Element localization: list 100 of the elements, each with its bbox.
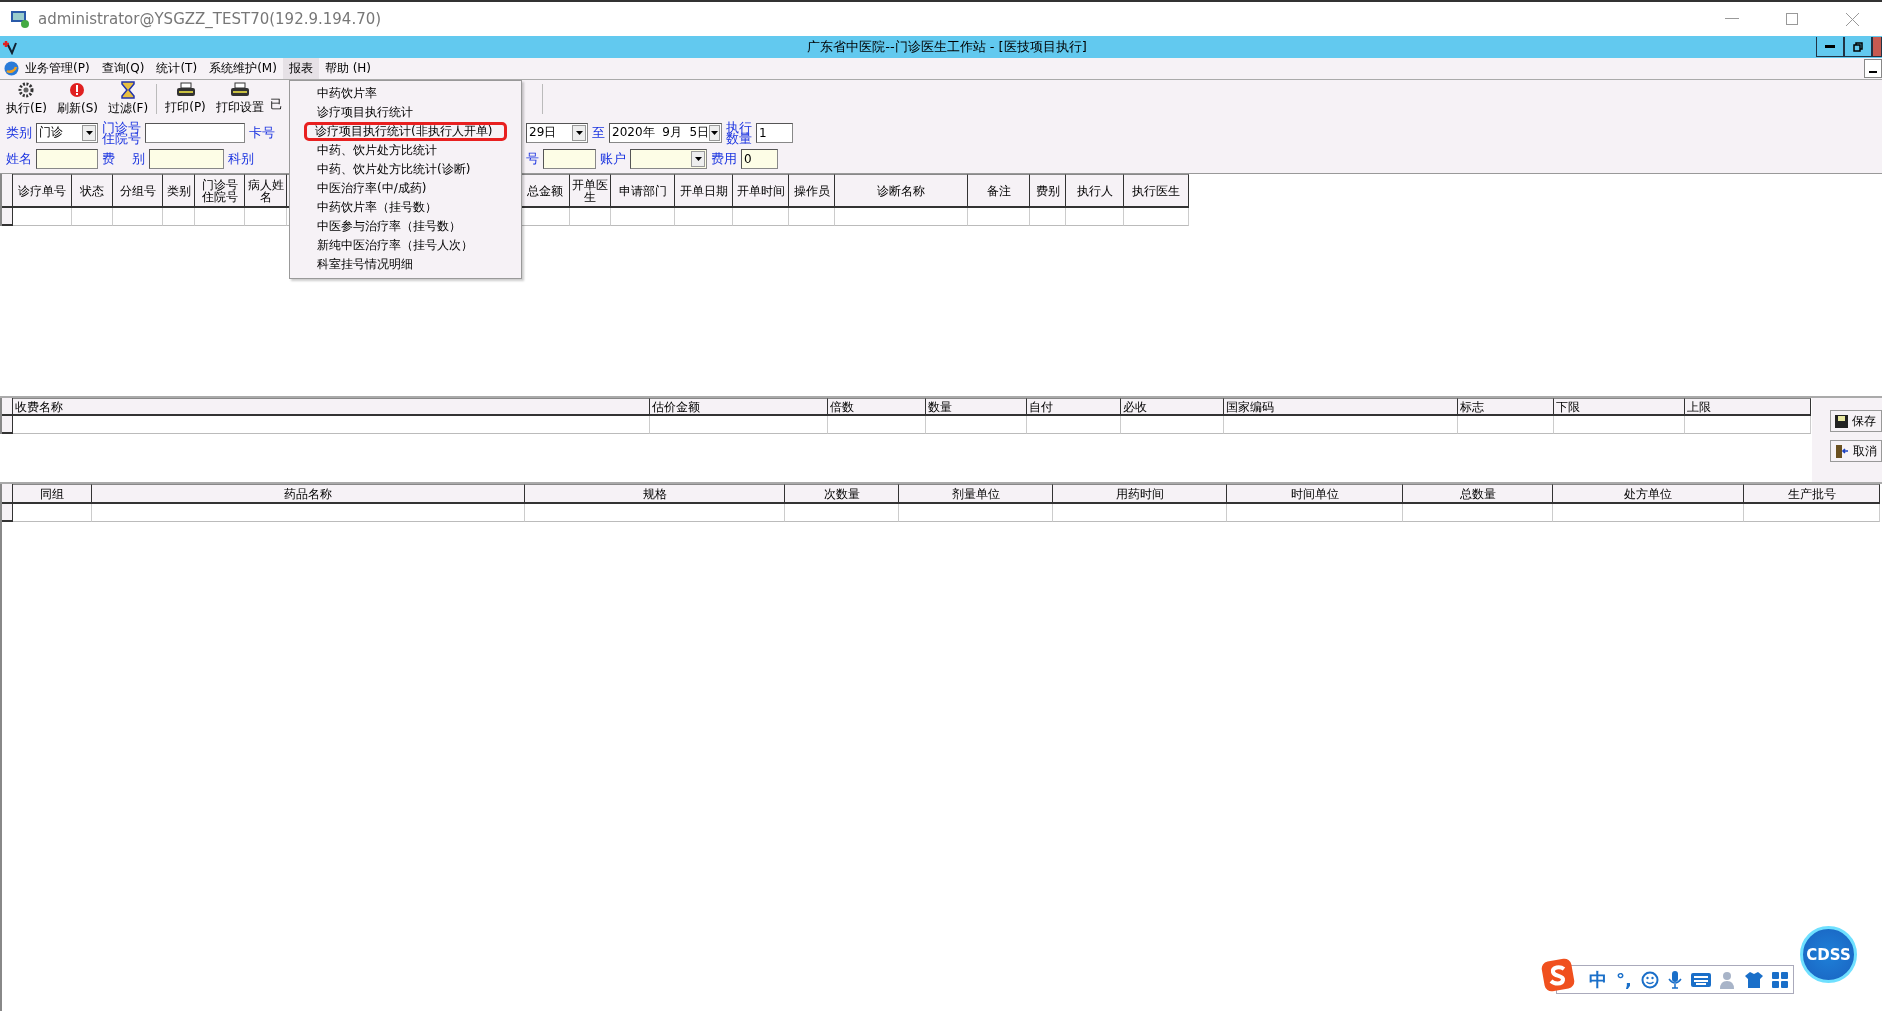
menu-item[interactable]: 中药、饮片处方比统计(诊断)	[290, 160, 507, 179]
minimize-icon	[1825, 45, 1835, 48]
restore-icon	[1853, 41, 1863, 52]
minimize-button[interactable]	[1816, 37, 1844, 57]
column-header: 病人姓名	[245, 174, 287, 208]
field-label: 类别	[6, 127, 32, 138]
table-cell	[789, 208, 835, 226]
column-header: 下限	[1554, 398, 1685, 416]
menu-item[interactable]: 统计(T)	[150, 58, 204, 79]
field-label: 费 别	[102, 153, 145, 164]
caret-icon	[694, 156, 702, 161]
menu-item[interactable]: 科室挂号情况明细	[290, 255, 507, 274]
menu-item[interactable]: 系统维护(M)	[203, 58, 283, 79]
column-header: 数量	[926, 398, 1027, 416]
dropdown-field[interactable]: 门诊	[36, 122, 98, 143]
field-label: 账户	[600, 153, 626, 164]
row-header[interactable]	[2, 504, 13, 522]
refresh-icon	[68, 81, 87, 99]
toolbar-button[interactable]: 打印设置	[211, 81, 268, 117]
table-cell	[1030, 208, 1066, 226]
table-cell	[163, 208, 195, 226]
column-header: 操作员	[789, 174, 835, 208]
column-header: 药品名称	[92, 484, 525, 504]
app-logo-icon	[4, 61, 19, 76]
field-label: 费用	[711, 153, 737, 164]
dropdown-field[interactable]: 2020年 9月 5日	[609, 122, 722, 143]
minimize-icon	[1869, 70, 1877, 73]
punctuation-label[interactable]: °,	[1616, 969, 1632, 990]
menu-item[interactable]: 帮助 (H)	[318, 58, 378, 79]
menu-item[interactable]: 业务管理(P)	[19, 58, 96, 79]
toolbar-button[interactable]: 过滤(F)	[103, 81, 153, 117]
column-header: 执行人	[1066, 174, 1124, 208]
row-header[interactable]	[2, 416, 13, 434]
menu-item[interactable]: 中医参与治疗率（挂号数）	[290, 217, 507, 236]
toolbar-button[interactable]: 取消	[1830, 440, 1882, 462]
caret-icon	[711, 130, 719, 135]
row-header[interactable]	[2, 208, 13, 226]
minimize-button[interactable]	[1864, 59, 1882, 78]
menu-item[interactable]: 诊疗项目执行统计(非执行人开单)	[304, 122, 507, 141]
toolbar-button[interactable]: 执行(E)	[2, 81, 51, 117]
column-header: 用药时间	[1053, 484, 1227, 504]
input-field[interactable]	[148, 148, 224, 169]
column-header: 费别	[1030, 174, 1066, 208]
menu-item[interactable]: 中药饮片率	[290, 84, 507, 103]
toolbar-button[interactable]: 保存	[1830, 410, 1882, 432]
caret-icon	[575, 130, 583, 135]
field-label: 科别	[227, 153, 254, 164]
column-header: 倍数	[828, 398, 926, 416]
column-header: 生产批号	[1744, 484, 1880, 504]
column-header: 执行医生	[1124, 174, 1189, 208]
column-header: 类别	[163, 174, 195, 208]
column-header: 自付	[1027, 398, 1121, 416]
menu-item[interactable]: 新纯中医治疗率（挂号人次）	[290, 236, 507, 255]
field-label: 号	[526, 153, 539, 164]
shirt-icon[interactable]	[1744, 971, 1763, 988]
menu-item[interactable]: 中药饮片率（挂号数）	[290, 198, 507, 217]
minimize-icon	[1725, 18, 1739, 20]
menu-item[interactable]: 中药、饮片处方比统计	[290, 141, 507, 160]
column-header: 诊疗单号	[13, 174, 72, 208]
column-header: 同组	[13, 484, 92, 504]
column-header: 标志	[1458, 398, 1554, 416]
column-header: 估价金额	[650, 398, 828, 416]
table-cell	[733, 208, 789, 226]
restore-button[interactable]	[1844, 37, 1872, 57]
input-field[interactable]: 0	[741, 148, 778, 169]
table-cell	[13, 208, 72, 226]
row-header[interactable]	[2, 174, 13, 208]
keyboard-icon[interactable]	[1690, 972, 1711, 987]
menu-item[interactable]: 中医治疗率(中/成药)	[290, 179, 507, 198]
door-exit-icon	[1835, 444, 1849, 458]
menu-item[interactable]: 查询(Q)	[95, 58, 151, 79]
row-header[interactable]	[2, 398, 13, 416]
input-field[interactable]	[543, 148, 596, 169]
field-label: 姓名	[6, 153, 32, 164]
table-cell	[1124, 208, 1189, 226]
dropdown-field[interactable]	[630, 148, 707, 169]
app-logo-icon	[2, 39, 18, 55]
toolbar-button[interactable]: 打印(P)	[161, 81, 210, 117]
caret-icon	[85, 130, 93, 135]
table-cell	[72, 208, 113, 226]
column-header: 申请部门	[611, 174, 675, 208]
input-field[interactable]: 1	[756, 122, 793, 143]
field-label: 执行 数量	[726, 121, 752, 144]
input-field[interactable]	[145, 122, 245, 143]
column-header: 开单时间	[733, 174, 789, 208]
grid-icon[interactable]	[1771, 971, 1788, 988]
input-mode-label[interactable]: 中	[1589, 967, 1607, 992]
column-header: 开单日期	[675, 174, 733, 208]
menu-item[interactable]: 诊疗项目执行统计	[290, 103, 507, 122]
microphone-icon[interactable]	[1667, 970, 1682, 989]
table-cell	[968, 208, 1030, 226]
input-field[interactable]	[36, 148, 98, 169]
menu-item[interactable]: 报表	[282, 58, 319, 79]
printer-icon	[229, 82, 250, 98]
column-header: 收费名称	[13, 398, 650, 416]
toolbar-button[interactable]: 刷新(S)	[52, 81, 102, 117]
column-header: 开单医生	[570, 174, 611, 208]
dropdown-field[interactable]: 29日	[526, 122, 588, 143]
row-header[interactable]	[2, 484, 13, 504]
smiley-icon[interactable]	[1640, 970, 1659, 989]
